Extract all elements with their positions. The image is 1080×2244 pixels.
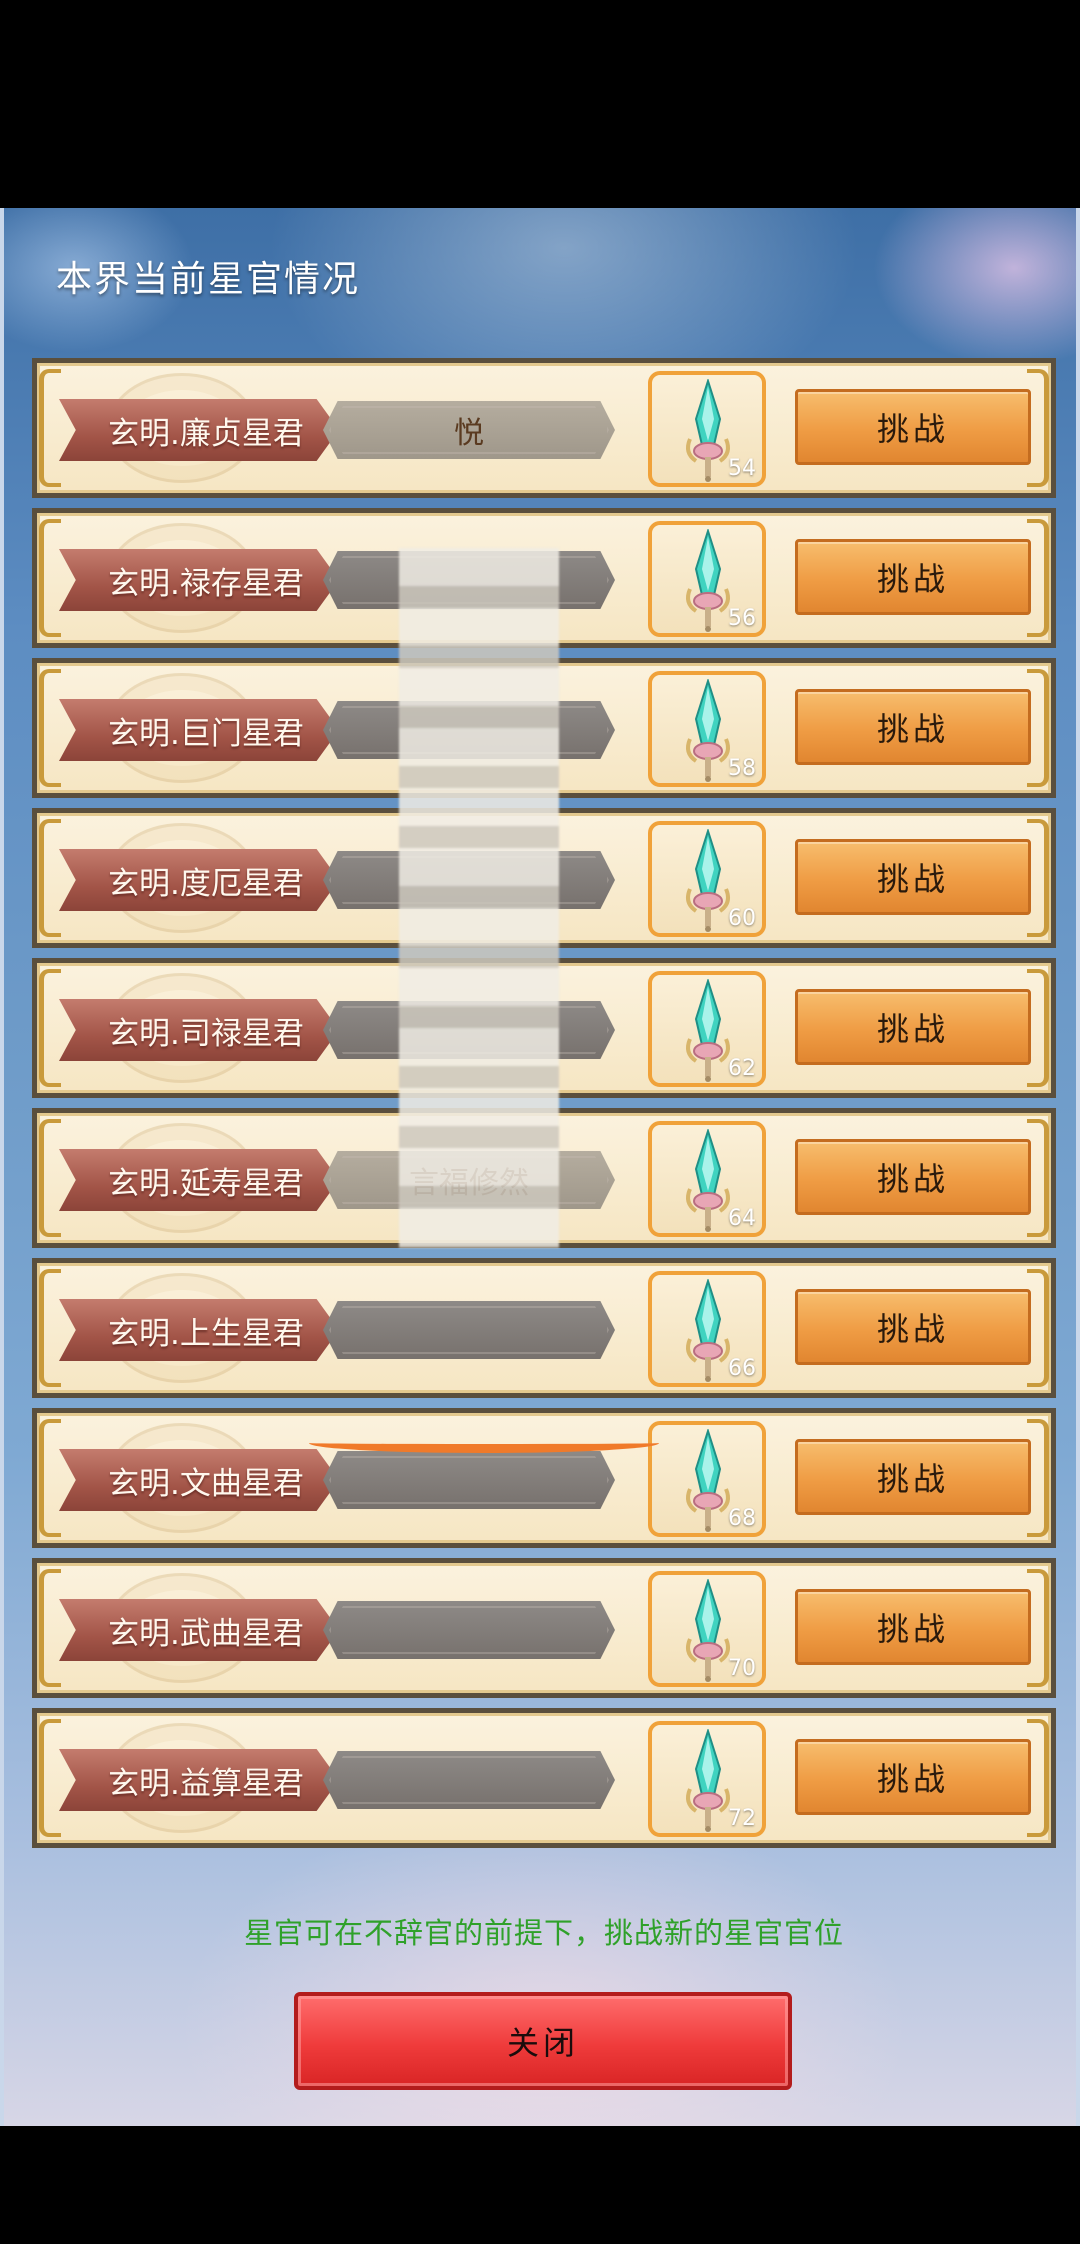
- challenge-button[interactable]: 挑战: [795, 1589, 1031, 1665]
- holder-name-plate: [323, 1301, 615, 1359]
- challenge-button-label: 挑战: [876, 860, 949, 898]
- official-title-banner: 玄明.益算星君: [59, 1749, 339, 1811]
- official-title-banner: 玄明.廉贞星君: [59, 399, 339, 461]
- holder-name-plate: [323, 1601, 615, 1659]
- close-button[interactable]: 关闭: [294, 1992, 792, 2090]
- level-number: 60: [728, 906, 756, 931]
- name-plate-border: [329, 1606, 609, 1654]
- row-frame-left: [39, 969, 61, 1087]
- weapon-icon-frame[interactable]: 64: [648, 1121, 766, 1237]
- challenge-button[interactable]: 挑战: [795, 1439, 1031, 1515]
- level-number: 68: [728, 1506, 756, 1531]
- level-number: 62: [728, 1056, 756, 1081]
- challenge-button-label: 挑战: [876, 710, 949, 748]
- challenge-button[interactable]: 挑战: [795, 839, 1031, 915]
- holder-name-plate: [323, 1451, 615, 1509]
- official-title: 玄明.司禄星君: [108, 1015, 304, 1052]
- challenge-button-label: 挑战: [876, 410, 949, 448]
- row-frame-left: [39, 1419, 61, 1537]
- star-officials-panel: 本界当前星官情况 玄明.廉贞星君 悦 54 挑战 玄明.禄存星君 56 挑战 玄…: [0, 208, 1080, 2126]
- row-frame-left: [39, 1569, 61, 1687]
- level-number: 56: [728, 606, 756, 631]
- row-frame-left: [39, 1719, 61, 1837]
- page-title: 本界当前星官情况: [56, 259, 361, 300]
- official-title-banner: 玄明.上生星君: [59, 1299, 339, 1361]
- row-frame-left: [39, 669, 61, 787]
- official-row: 玄明.上生星君 66 挑战: [32, 1258, 1056, 1398]
- holder-name-plate: 悦: [323, 401, 615, 459]
- row-frame-left: [39, 369, 61, 487]
- official-title-banner: 玄明.武曲星君: [59, 1599, 339, 1661]
- challenge-button[interactable]: 挑战: [795, 389, 1031, 465]
- name-plate-border: [329, 1306, 609, 1354]
- weapon-icon-frame[interactable]: 70: [648, 1571, 766, 1687]
- official-title-banner: 玄明.文曲星君: [59, 1449, 339, 1511]
- weapon-icon-frame[interactable]: 58: [648, 671, 766, 787]
- official-title: 玄明.益算星君: [108, 1765, 304, 1802]
- official-title: 玄明.巨门星君: [108, 715, 304, 752]
- challenge-button-label: 挑战: [876, 560, 949, 598]
- official-title-banner: 玄明.巨门星君: [59, 699, 339, 761]
- official-title: 玄明.上生星君: [108, 1315, 304, 1352]
- weapon-icon-frame[interactable]: 56: [648, 521, 766, 637]
- challenge-button-label: 挑战: [876, 1310, 949, 1348]
- row-frame-left: [39, 1269, 61, 1387]
- official-title: 玄明.禄存星君: [108, 565, 304, 602]
- official-row: 玄明.益算星君 72 挑战: [32, 1708, 1056, 1848]
- level-number: 66: [728, 1356, 756, 1381]
- row-frame-left: [39, 1119, 61, 1237]
- level-number: 58: [728, 756, 756, 781]
- official-title-banner: 玄明.延寿星君: [59, 1149, 339, 1211]
- official-row: 玄明.廉贞星君 悦 54 挑战: [32, 358, 1056, 498]
- tip-text: 星官可在不辞官的前提下，挑战新的星官官位: [243, 1916, 844, 1950]
- official-title: 玄明.延寿星君: [108, 1165, 304, 1202]
- challenge-button[interactable]: 挑战: [795, 989, 1031, 1065]
- challenge-button[interactable]: 挑战: [795, 1139, 1031, 1215]
- holder-name-plate: [323, 1751, 615, 1809]
- redacted-overlay: [399, 548, 559, 1248]
- official-title: 玄明.廉贞星君: [108, 415, 304, 452]
- challenge-button[interactable]: 挑战: [795, 1739, 1031, 1815]
- weapon-icon-frame[interactable]: 60: [648, 821, 766, 937]
- official-row: 玄明.武曲星君 70 挑战: [32, 1558, 1056, 1698]
- highlight-scribble: [309, 1433, 659, 1453]
- official-row: 玄明.文曲星君 68 挑战: [32, 1408, 1056, 1548]
- challenge-button[interactable]: 挑战: [795, 539, 1031, 615]
- challenge-button-label: 挑战: [876, 1160, 949, 1198]
- challenge-button[interactable]: 挑战: [795, 1289, 1031, 1365]
- name-plate-border: [329, 1756, 609, 1804]
- weapon-icon-frame[interactable]: 54: [648, 371, 766, 487]
- level-number: 70: [728, 1656, 756, 1681]
- official-title-banner: 玄明.度厄星君: [59, 849, 339, 911]
- challenge-button-label: 挑战: [876, 1760, 949, 1798]
- weapon-icon-frame[interactable]: 72: [648, 1721, 766, 1837]
- challenge-button[interactable]: 挑战: [795, 689, 1031, 765]
- weapon-icon-frame[interactable]: 68: [648, 1421, 766, 1537]
- official-title-banner: 玄明.司禄星君: [59, 999, 339, 1061]
- row-frame-left: [39, 819, 61, 937]
- weapon-icon-frame[interactable]: 62: [648, 971, 766, 1087]
- level-number: 64: [728, 1206, 756, 1231]
- level-number: 54: [728, 456, 756, 481]
- official-title-banner: 玄明.禄存星君: [59, 549, 339, 611]
- official-title: 玄明.武曲星君: [108, 1615, 304, 1652]
- official-title: 玄明.度厄星君: [108, 865, 304, 902]
- official-title: 玄明.文曲星君: [108, 1465, 304, 1502]
- level-number: 72: [728, 1806, 756, 1831]
- holder-name: 悦: [454, 416, 484, 451]
- challenge-button-label: 挑战: [876, 1610, 949, 1648]
- row-frame-left: [39, 519, 61, 637]
- close-button-label: 关闭: [506, 2024, 579, 2062]
- name-plate-border: [329, 1456, 609, 1504]
- challenge-button-label: 挑战: [876, 1460, 949, 1498]
- weapon-icon-frame[interactable]: 66: [648, 1271, 766, 1387]
- challenge-button-label: 挑战: [876, 1010, 949, 1048]
